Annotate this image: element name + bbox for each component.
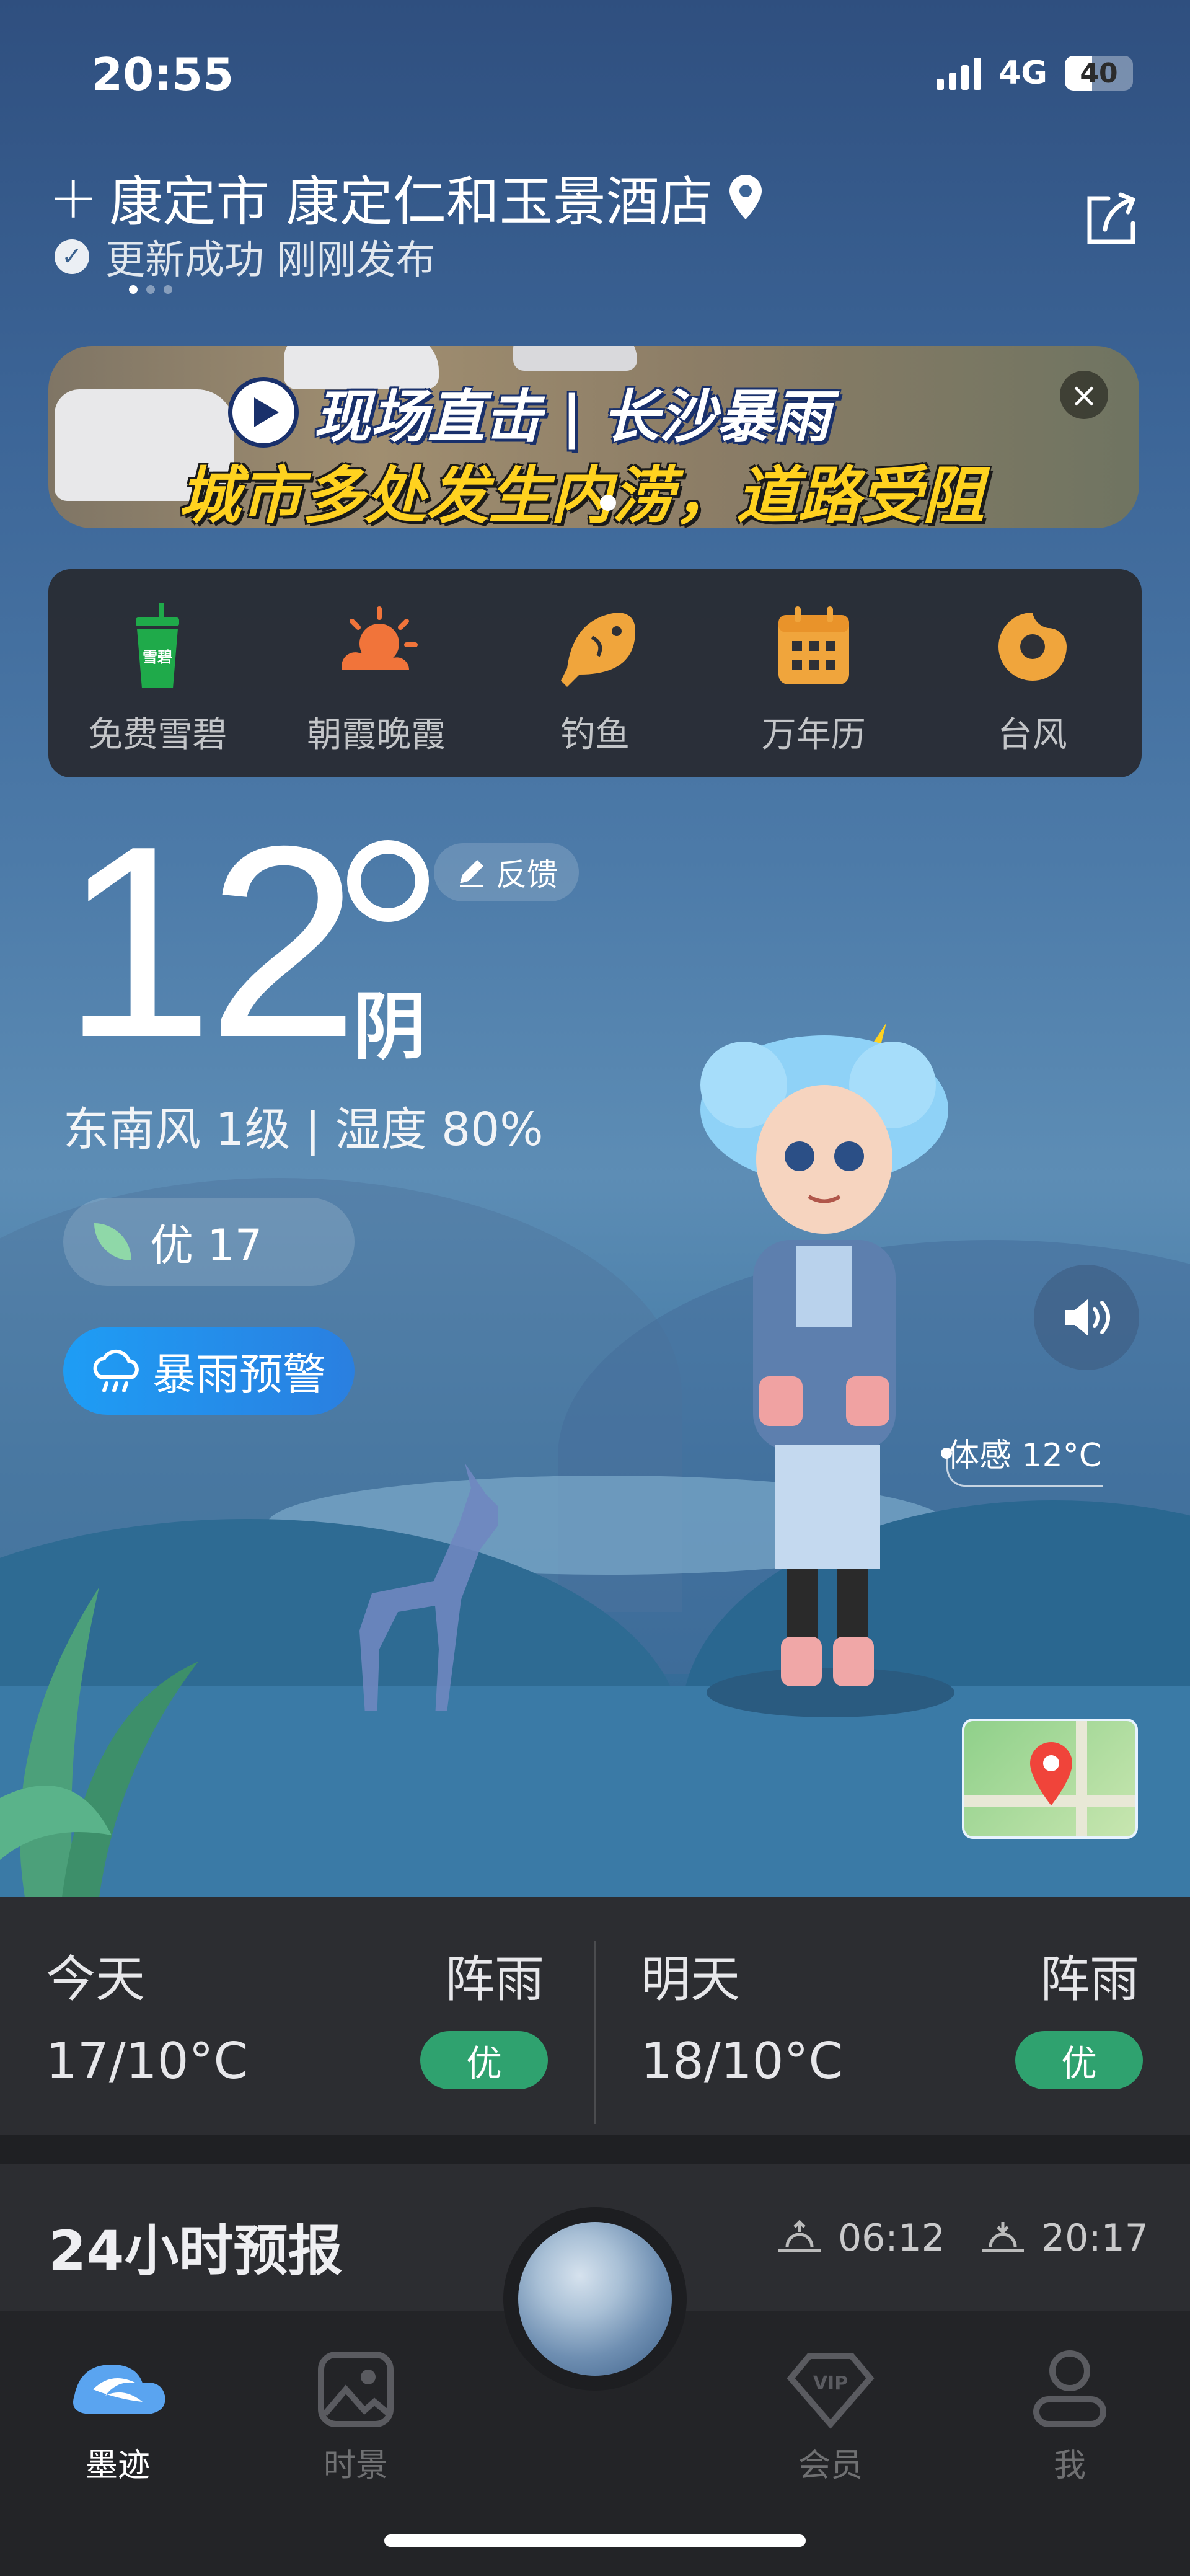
car-image: [513, 346, 637, 371]
svg-text:VIP: VIP: [813, 2373, 848, 2394]
leaf-icon: [94, 1223, 131, 1260]
status-indicators: 4G 40: [937, 55, 1133, 92]
shortcut-fishing[interactable]: 钓鱼: [486, 569, 705, 777]
day-condition: 阵雨: [445, 1950, 544, 2008]
day-temperature: 17/10°C: [46, 2032, 249, 2090]
nav-label: 我: [1053, 2447, 1086, 2484]
shortcut-sunrise-sunset[interactable]: 朝霞晚霞: [267, 569, 486, 777]
home-indicator: [384, 2534, 806, 2547]
day-name: 明天: [641, 1950, 740, 2008]
update-status: ✓ 更新成功 刚刚发布: [55, 228, 435, 285]
nav-label: 墨迹: [85, 2447, 150, 2484]
daily-summary: 今天 阵雨 17/10°C 优 明天 阵雨 18/10°C 优: [0, 1897, 1190, 2135]
location-header[interactable]: + 康定市 康定仁和玉景酒店: [48, 158, 767, 236]
banner-title-text: 现场直击 | 长沙暴雨: [314, 384, 831, 450]
nav-item-me[interactable]: 我: [1008, 2311, 1132, 2485]
shortcut-label: 万年历: [761, 715, 866, 755]
location-title[interactable]: 康定市 康定仁和玉景酒店: [109, 158, 712, 236]
shortcut-free-sprite[interactable]: 雪碧 免费雪碧: [48, 569, 267, 777]
nav-label: 会员: [798, 2447, 863, 2484]
moji-logo-icon: [73, 2365, 165, 2414]
news-banner[interactable]: 现场直击 | 长沙暴雨 城市多处发生内涝，道路受阻 ×: [48, 346, 1139, 528]
feedback-button[interactable]: 反馈: [434, 843, 579, 901]
banner-subtitle: 城市多处发生内涝，道路受阻: [178, 459, 984, 528]
day-condition: 阵雨: [1040, 1950, 1139, 2008]
network-type: 4G: [998, 55, 1047, 92]
nav-item-scenes[interactable]: 时景: [294, 2311, 418, 2485]
cellular-signal-icon: [937, 56, 982, 90]
current-temperature: 12: [62, 790, 359, 1094]
forecast-title: 24小时预报: [48, 2219, 343, 2283]
weather-live-button[interactable]: [518, 2222, 672, 2376]
sunrise-value: 06:12: [838, 2216, 945, 2260]
status-time: 20:55: [92, 48, 234, 100]
sprite-cup-icon: 雪碧: [136, 603, 180, 688]
feels-like: 体感 12°C: [947, 1437, 1102, 1474]
shortcut-label: 钓鱼: [560, 715, 630, 755]
svg-text:雪碧: 雪碧: [143, 648, 172, 666]
nav-label: 时景: [323, 2447, 388, 2484]
rainstorm-warning-button[interactable]: 暴雨预警: [63, 1327, 355, 1415]
speaker-icon: [1065, 1299, 1110, 1336]
banner-page-dot: [600, 495, 616, 511]
shortcut-calendar[interactable]: 万年历: [704, 569, 923, 777]
edit-pencil-icon: [460, 860, 483, 887]
share-icon[interactable]: [1077, 186, 1145, 254]
battery-icon: 40: [1065, 56, 1133, 91]
rain-cloud-icon: [93, 1349, 139, 1392]
shortcut-label: 免费雪碧: [88, 715, 227, 755]
play-icon: [228, 376, 299, 448]
day-aqi-badge: 优: [1015, 2031, 1143, 2089]
close-icon[interactable]: ×: [1060, 371, 1108, 419]
sunset-icon: [982, 2222, 1024, 2252]
warning-label: 暴雨预警: [152, 1348, 326, 1400]
add-city-icon[interactable]: +: [48, 167, 98, 227]
calendar-icon: [778, 606, 849, 684]
city-page-indicator: [129, 285, 172, 294]
sunset-time: 20:17: [978, 2216, 1148, 2260]
nav-item-vip[interactable]: VIP 会员: [769, 2311, 892, 2485]
voice-broadcast-button[interactable]: [1034, 1265, 1139, 1370]
shortcut-typhoon[interactable]: 台风: [923, 569, 1142, 777]
battery-level: 40: [1080, 57, 1118, 89]
day-aqi-badge: 优: [420, 2031, 548, 2089]
sunrise-time: 06:12: [775, 2216, 945, 2260]
typhoon-icon: [998, 613, 1067, 681]
profile-icon: [1033, 2350, 1106, 2427]
degree-symbol: [347, 840, 429, 922]
air-quality-badge[interactable]: 优 17: [63, 1198, 355, 1286]
update-text: 更新成功 刚刚发布: [105, 237, 436, 283]
weather-character-illustration: [700, 1023, 954, 1717]
banner-headline: 现场直击 | 长沙暴雨: [228, 371, 831, 453]
day-temperature: 18/10°C: [641, 2032, 844, 2090]
map-road: [1076, 1721, 1087, 1836]
wind-humidity: 东南风 1级 | 湿度 80%: [63, 1103, 544, 1156]
aqi-value: 优 17: [150, 1219, 263, 1271]
day-name: 今天: [46, 1950, 145, 2008]
shortcut-bar: 雪碧 免费雪碧 朝霞晚霞 钓鱼 万年历 台风: [48, 569, 1142, 777]
section-gap: [0, 2135, 1190, 2164]
vip-diamond-icon: VIP: [787, 2353, 875, 2429]
image-icon: [318, 2352, 394, 2427]
shortcut-label: 朝霞晚霞: [307, 715, 446, 755]
sunset-value: 20:17: [1041, 2216, 1148, 2260]
sunrise-cloud-icon: [342, 606, 418, 670]
shortcut-label: 台风: [997, 715, 1067, 755]
plant-illustration: [0, 1587, 198, 1897]
sunrise-icon: [778, 2220, 821, 2252]
map-pin-icon: [1030, 1742, 1072, 1805]
nav-item-moji[interactable]: 墨迹: [56, 2311, 180, 2485]
fish-icon: [560, 613, 635, 687]
check-icon: ✓: [55, 239, 89, 274]
location-pin-icon: [729, 174, 762, 219]
weather-map-button[interactable]: [962, 1719, 1138, 1839]
current-condition: 阴: [353, 984, 427, 1069]
deer-illustration: [359, 1463, 498, 1711]
divider: [594, 1941, 596, 2124]
feedback-label: 反馈: [496, 857, 558, 893]
